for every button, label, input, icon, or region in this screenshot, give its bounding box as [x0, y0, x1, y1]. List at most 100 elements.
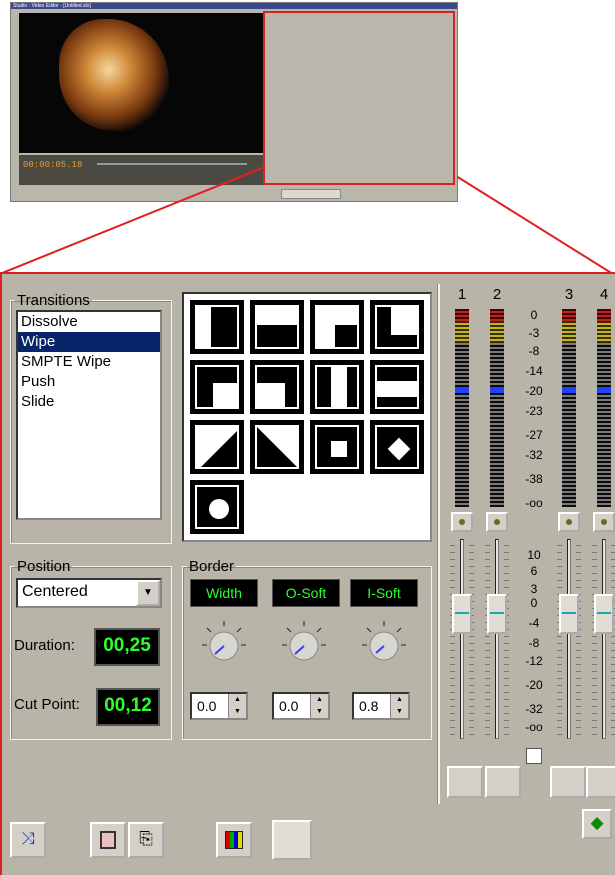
meter-scale-8: -38: [525, 472, 543, 486]
channel-4-mute-button[interactable]: [593, 512, 615, 532]
thumbnail-button: [281, 189, 341, 199]
meter-scale-0: 0: [530, 308, 538, 322]
osoft-spinner[interactable]: 0.0 ▲ ▼: [272, 692, 330, 720]
channel-1-mute-button[interactable]: [451, 512, 473, 532]
channel-2-button[interactable]: [485, 766, 521, 798]
wipe-diagonal-icon[interactable]: [190, 420, 244, 474]
wipe-diamond-icon[interactable]: [370, 420, 424, 474]
position-value: Centered: [22, 583, 88, 600]
wipe-vertical-bar-icon[interactable]: [190, 300, 244, 354]
wipe-corner-bottom-right-icon[interactable]: [310, 300, 364, 354]
channel-2-fader[interactable]: [485, 539, 509, 739]
scrub-slider[interactable]: [97, 163, 247, 165]
spinner-arrows-icon[interactable]: ▲ ▼: [390, 694, 408, 718]
channel-3-fader[interactable]: [557, 539, 581, 739]
width-spinner[interactable]: 0.0 ▲ ▼: [190, 692, 248, 720]
list-item-selected[interactable]: Wipe: [18, 332, 160, 352]
meter-scale-9: -oo: [525, 496, 543, 510]
channel-1-button[interactable]: [447, 766, 483, 798]
wipe-horizontal-bar-icon[interactable]: [250, 300, 304, 354]
channel-3-label: 3: [564, 286, 574, 303]
master-checkbox[interactable]: [526, 748, 542, 764]
channel-2-label: 2: [492, 286, 502, 303]
fader-scale-4: -4: [528, 616, 540, 630]
osoft-knob[interactable]: [280, 619, 328, 667]
chevron-down-icon[interactable]: ▼: [136, 580, 160, 606]
wipe-box-icon[interactable]: [310, 420, 364, 474]
channel-2-mute-button[interactable]: [486, 512, 508, 532]
snapshot-icon[interactable]: ⎘: [128, 822, 164, 858]
width-value: 0.0: [197, 698, 217, 714]
list-item[interactable]: Push: [18, 372, 160, 392]
wipe-split-horizontal-icon[interactable]: [370, 360, 424, 414]
meter-scale-4: -20: [525, 384, 543, 398]
channel-3-button[interactable]: [550, 766, 586, 798]
wipe-diagonal-reverse-icon[interactable]: [250, 420, 304, 474]
channel-4-label: 4: [599, 286, 609, 303]
meter-scale-2: -8: [528, 344, 540, 358]
transition-panel: Transitions Dissolve Wipe SMPTE Wipe Pus…: [0, 272, 615, 875]
channel-4-meter: [597, 309, 611, 507]
wipe-corner-top-left-icon[interactable]: [370, 300, 424, 354]
meter-scale-6: -27: [525, 428, 543, 442]
list-item[interactable]: SMPTE Wipe: [18, 352, 160, 372]
position-select[interactable]: Centered ▼: [16, 578, 162, 608]
wipe-pattern-grid[interactable]: [182, 292, 432, 542]
cutpoint-display[interactable]: 00,12: [96, 688, 160, 726]
expand-icon[interactable]: ◆: [582, 809, 612, 839]
channel-1-fader[interactable]: [450, 539, 474, 739]
fader-scale-2: 3: [530, 582, 538, 596]
width-header: Width: [190, 579, 258, 607]
list-item[interactable]: Dissolve: [18, 312, 160, 332]
isoft-knob[interactable]: [360, 619, 408, 667]
duration-label: Duration:: [14, 637, 75, 654]
wipe-corner-bottom-left-icon[interactable]: [250, 360, 304, 414]
fader-scale-3: 0: [530, 596, 538, 610]
wipe-circle-icon[interactable]: [190, 480, 244, 534]
color-swatch[interactable]: [272, 820, 312, 860]
isoft-spinner[interactable]: 0.8 ▲ ▼: [352, 692, 410, 720]
width-knob[interactable]: [200, 619, 248, 667]
channel-4-fader[interactable]: [592, 539, 615, 739]
video-preview: [19, 13, 263, 153]
channel-2-meter: [490, 309, 504, 507]
wipe-split-vertical-icon[interactable]: [310, 360, 364, 414]
meter-scale-1: -3: [528, 326, 540, 340]
meter-scale-5: -23: [525, 404, 543, 418]
mixer-divider: [438, 284, 440, 804]
fader-scale-0: 10: [527, 548, 541, 562]
duration-display[interactable]: 00,25: [94, 628, 160, 666]
fader-scale-8: -32: [525, 702, 543, 716]
thumbnail-titlebar: Studio - Video Editor - [Untitled.stx]: [11, 3, 457, 9]
thumbnail-window: Studio - Video Editor - [Untitled.stx] 0…: [10, 2, 458, 202]
border-legend: Border: [189, 558, 235, 575]
channel-3-meter: [562, 309, 576, 507]
swap-icon[interactable]: ⤨: [10, 822, 46, 858]
meter-scale-3: -14: [525, 364, 543, 378]
thumbnail-highlight: [263, 11, 455, 185]
channel-1-meter: [455, 309, 469, 507]
meter-scale-7: -32: [525, 448, 543, 462]
osoft-value: 0.0: [279, 698, 299, 714]
clip-icon[interactable]: [90, 822, 126, 858]
fader-scale-6: -12: [525, 654, 543, 668]
palette-icon[interactable]: [216, 822, 252, 858]
fader-scale-1: 6: [530, 564, 538, 578]
channel-1-label: 1: [457, 286, 467, 303]
wipe-corner-top-right-icon[interactable]: [190, 360, 244, 414]
fader-scale-5: -8: [528, 636, 540, 650]
osoft-header: O-Soft: [272, 579, 340, 607]
spinner-arrows-icon[interactable]: ▲ ▼: [228, 694, 246, 718]
spinner-arrows-icon[interactable]: ▲ ▼: [310, 694, 328, 718]
position-legend: Position: [17, 558, 71, 575]
timecode: 00:00:05.18: [23, 160, 83, 170]
isoft-header: I-Soft: [350, 579, 418, 607]
transitions-list[interactable]: Dissolve Wipe SMPTE Wipe Push Slide: [16, 310, 162, 520]
transitions-legend: Transitions: [17, 292, 90, 309]
fader-scale-9: -oo: [525, 720, 543, 734]
isoft-value: 0.8: [359, 698, 379, 714]
channel-3-mute-button[interactable]: [558, 512, 580, 532]
channel-4-button[interactable]: [586, 766, 615, 798]
fader-scale-7: -20: [525, 678, 543, 692]
list-item[interactable]: Slide: [18, 392, 160, 412]
